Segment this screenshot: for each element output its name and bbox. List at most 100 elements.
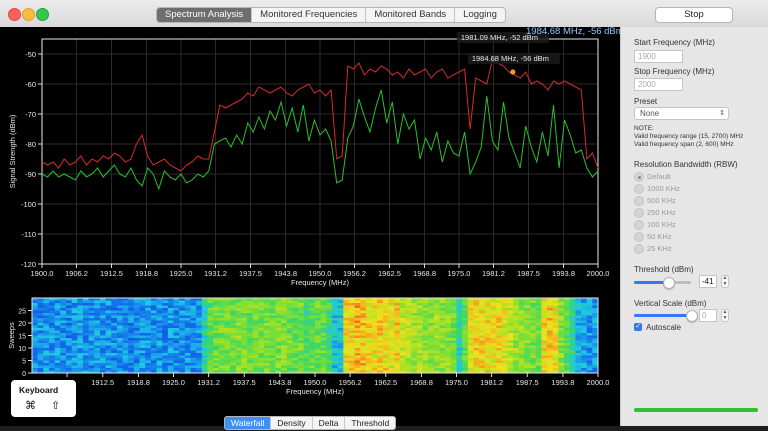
waterfall-cell: [450, 315, 457, 319]
waterfall-cell: [303, 353, 310, 356]
rbw-option-1000[interactable]: 1000 KHz: [634, 184, 680, 194]
spectrum-charts[interactable]: -50-60-70-80-90-100-110-1201900.0 1906.2 1…: [0, 27, 620, 426]
waterfall-cell: [281, 320, 288, 324]
waterfall-cell: [71, 305, 78, 309]
tab-monitored-frequencies[interactable]: Monitored Frequencies: [252, 8, 367, 22]
waterfall-cell: [133, 365, 140, 369]
waterfall-cell: [490, 323, 497, 326]
waterfall-cell: [292, 355, 299, 359]
waterfall-cell: [592, 348, 599, 351]
threshold-slider[interactable]: [634, 277, 691, 289]
waterfall-cell: [524, 343, 531, 346]
waterfall-cell: [207, 333, 214, 336]
waterfall-cell: [309, 333, 316, 336]
waterfall-cell: [331, 340, 339, 344]
waterfall-cell: [343, 305, 350, 309]
waterfall-cell: [122, 353, 129, 356]
waterfall-cell: [264, 335, 271, 339]
waterfall-cell: [433, 315, 440, 319]
waterfall-cell: [258, 328, 265, 331]
rbw-option-250[interactable]: 250 KHz: [634, 208, 676, 218]
waterfall-cell: [156, 340, 163, 344]
waterfall-cell: [145, 323, 152, 326]
waterfall-cell: [235, 305, 242, 309]
waterfall-cell: [150, 323, 157, 326]
waterfall-cell: [218, 315, 225, 319]
vertical-scale-stepper[interactable]: ▲ ▼: [721, 309, 729, 322]
rbw-option-50[interactable]: 50 KHz: [634, 232, 672, 242]
waterfall-cell: [298, 300, 305, 304]
waterfall-cell: [581, 353, 588, 356]
start-frequency-input[interactable]: 1900: [634, 50, 683, 63]
tab-monitored-bands[interactable]: Monitored Bands: [366, 8, 456, 22]
waterfall-cell: [122, 365, 129, 369]
waterfall-cell: [298, 320, 305, 324]
waterfall-cell: [320, 335, 327, 339]
waterfall-cell: [128, 338, 135, 341]
waterfall-cell: [581, 300, 588, 304]
waterfall-cell: [264, 313, 271, 316]
waterfall-cell: [581, 338, 588, 341]
close-window-button[interactable]: [8, 8, 21, 21]
rbw-option-25[interactable]: 25 KHz: [634, 244, 672, 254]
waterfall-cell: [94, 330, 101, 334]
waterfall-cell: [462, 365, 469, 369]
tab-logging[interactable]: Logging: [455, 8, 505, 22]
tab-density[interactable]: Density: [271, 417, 313, 429]
waterfall-cell: [535, 368, 542, 371]
waterfall-cell: [111, 343, 118, 346]
rbw-option-500[interactable]: 500 KHz: [634, 196, 676, 206]
autoscale-checkbox[interactable]: ✓: [634, 323, 642, 331]
waterfall-cell: [77, 323, 84, 326]
waterfall-cell: [552, 345, 559, 349]
tab-spectrum-analysis[interactable]: Spectrum Analysis: [157, 8, 253, 22]
waterfall-cell: [586, 363, 593, 366]
waterfall-cell: [258, 335, 265, 339]
tab-threshold[interactable]: Threshold: [345, 417, 395, 429]
preset-select[interactable]: None ⇕: [634, 107, 729, 120]
waterfall-cell: [105, 365, 112, 369]
waterfall-cell: [592, 350, 599, 354]
waterfall-cell: [479, 315, 486, 319]
waterfall-cell: [71, 330, 78, 334]
waterfall-cell: [218, 333, 225, 336]
tab-waterfall[interactable]: Waterfall: [225, 417, 272, 429]
waterfall-cell: [343, 353, 350, 356]
waterfall-cell: [445, 323, 452, 326]
waterfall-cell: [173, 348, 180, 351]
waterfall-cell: [162, 323, 169, 326]
waterfall-cell: [513, 303, 520, 306]
waterfall-cell: [218, 353, 225, 356]
waterfall-cell: [275, 338, 282, 341]
waterfall-cell: [343, 358, 350, 361]
vertical-scale-slider[interactable]: [634, 310, 698, 322]
stop-button[interactable]: Stop: [655, 7, 733, 23]
waterfall-cell: [343, 313, 350, 316]
threshold-slider-knob[interactable]: [663, 277, 676, 289]
vertical-scale-slider-knob[interactable]: [686, 310, 698, 322]
waterfall-cell: [139, 308, 146, 311]
waterfall-cell: [48, 358, 56, 361]
waterfall-cell: [122, 325, 129, 329]
waterfall-cell: [388, 355, 395, 359]
waterfall-cell: [445, 368, 452, 371]
vertical-scale-value-field[interactable]: 0: [699, 309, 717, 322]
zoom-window-button[interactable]: [36, 8, 49, 21]
threshold-stepper[interactable]: ▲ ▼: [721, 275, 729, 288]
x-tick-label: 1925.0: [170, 269, 193, 278]
tab-delta[interactable]: Delta: [313, 417, 346, 429]
waterfall-cell: [411, 303, 418, 306]
waterfall-cell: [196, 365, 203, 369]
waterfall-cell: [428, 313, 435, 316]
minimize-window-button[interactable]: [22, 8, 35, 21]
rbw-option-100[interactable]: 100 KHz: [634, 220, 676, 230]
waterfall-cell: [484, 310, 491, 314]
stop-frequency-input[interactable]: 2000: [634, 78, 683, 91]
waterfall-cell: [88, 308, 95, 311]
rbw-option-default[interactable]: Default: [634, 172, 671, 182]
x-tick-label: 1968.8: [413, 269, 436, 278]
threshold-value-field[interactable]: -41: [699, 275, 717, 288]
waterfall-cell: [150, 343, 157, 346]
waterfall-cell: [354, 308, 361, 311]
waterfall-cell: [535, 303, 542, 306]
